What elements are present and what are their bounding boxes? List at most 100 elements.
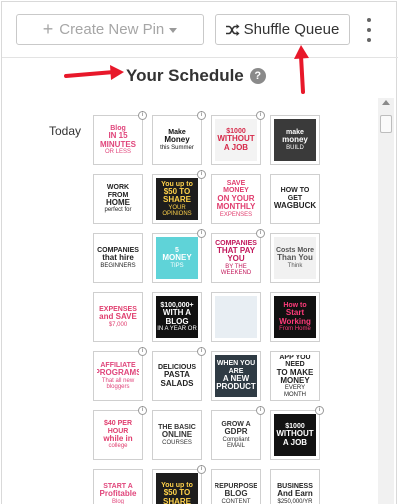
- pin-info-icon[interactable]: i: [138, 406, 147, 415]
- pin-slot[interactable]: $40 PER HOUR while in college i: [93, 406, 147, 460]
- plus-icon: +: [42, 19, 54, 39]
- pin-text: WITH A BLOG: [162, 308, 192, 326]
- pin-slot[interactable]: THE BASIC ONLINE COURSES: [152, 410, 202, 460]
- pin-text: WHEN YOU ARE: [216, 360, 256, 375]
- pin-slot[interactable]: You up to $50 TO SHARE i: [152, 465, 206, 504]
- pin-slot[interactable]: Costs More Than You Think: [270, 233, 320, 283]
- pin-slot[interactable]: WHEN YOU ARE A NEW PRODUCT: [211, 351, 261, 401]
- pin-text: BLOG: [224, 489, 248, 499]
- pin-slot[interactable]: APP YOU NEED TO MAKE MONEY EVERY MONTH: [270, 351, 320, 401]
- pin-info-icon[interactable]: i: [256, 406, 265, 415]
- pin-slot[interactable]: Blog IN 15 MINUTES OR LESS i: [93, 111, 147, 165]
- pin-slot[interactable]: GROW A GDPR Compliant EMAIL i: [211, 406, 265, 460]
- pin-text: That all new bloggers: [101, 377, 135, 390]
- pin-text: IN 15 MINUTES: [100, 131, 136, 149]
- pin-thumbnail: You up to $50 TO SHARE YOUR OPINIONS: [156, 178, 198, 220]
- pin-text: money: [282, 135, 308, 145]
- pin-thumbnail: $100,000+ WITH A BLOG IN A YEAR OR: [156, 296, 198, 338]
- pin-slot[interactable]: SAVE MONEY ON YOUR MONTHLY EXPENSES: [211, 174, 261, 224]
- pin-text: HOME: [106, 198, 130, 207]
- pin-info-icon[interactable]: i: [197, 347, 206, 356]
- help-icon[interactable]: ?: [249, 68, 266, 84]
- pin-text: while in: [103, 434, 133, 443]
- pin-info-icon[interactable]: i: [197, 170, 206, 179]
- pin-slot[interactable]: REPURPOSE BLOG CONTENT: [211, 469, 261, 504]
- pin-text: And Earn: [277, 489, 313, 499]
- pin-thumbnail: APP YOU NEED TO MAKE MONEY EVERY MONTH: [274, 355, 316, 397]
- pin-text: BUILD: [286, 144, 304, 151]
- pin-text: Than You: [277, 253, 313, 263]
- pin-thumbnail: make money BUILD: [274, 119, 316, 161]
- pin-slot[interactable]: Make Money this Summer i: [152, 111, 206, 165]
- create-new-pin-button[interactable]: + Create New Pin: [16, 14, 204, 45]
- scroll-up-arrow-icon[interactable]: [382, 100, 390, 105]
- pin-info-icon[interactable]: i: [315, 406, 324, 415]
- pin-slot[interactable]: COMPANIES THAT PAY YOU BY THE WEEKEND i: [211, 229, 265, 283]
- pin-slot[interactable]: WORK FROM HOME perfect for: [93, 174, 143, 224]
- pin-slot[interactable]: AFFILIATE PROGRAMS That all new bloggers i: [93, 347, 147, 401]
- pin-text: MONEY: [162, 253, 192, 263]
- pin-slot[interactable]: 5 MONEY TIPS i: [152, 229, 206, 283]
- shuffle-icon: [225, 23, 240, 36]
- pin-slot[interactable]: You up to $50 TO SHARE YOUR OPINIONS i: [152, 170, 206, 224]
- pin-slot[interactable]: $1000 WITHOUT A JOB i: [270, 406, 324, 460]
- pin-slot[interactable]: BUSINESS And Earn $250,000/YR: [270, 469, 320, 504]
- create-new-pin-label: Create New Pin: [59, 21, 165, 38]
- pin-thumbnail: WORK FROM HOME perfect for: [97, 178, 139, 220]
- pin-slot[interactable]: EXPENSES and SAVE $7,000: [93, 292, 143, 342]
- pin-text: HOW TO GET: [280, 187, 310, 202]
- pin-thumbnail: BUSINESS And Earn $250,000/YR: [274, 473, 316, 504]
- pin-text: Money: [164, 135, 190, 145]
- pin-info-icon[interactable]: i: [138, 347, 147, 356]
- pin-text: $7,000: [108, 321, 128, 328]
- pin-thumbnail: START A Profitable Blog: [97, 473, 139, 504]
- schedule-title: Your Schedule: [126, 66, 244, 85]
- scrollbar[interactable]: [378, 98, 394, 504]
- pin-slot[interactable]: START A Profitable Blog: [93, 469, 143, 504]
- pin-thumbnail: COMPANIES that hire BEGINNERS: [97, 237, 139, 279]
- pin-thumbnail: SAVE MONEY ON YOUR MONTHLY EXPENSES: [215, 178, 257, 220]
- scheduler-panel: + Create New Pin Shuffle Queue Your Sche…: [1, 1, 398, 504]
- pin-thumbnail: WHEN YOU ARE A NEW PRODUCT: [215, 355, 257, 397]
- kebab-dot: [367, 38, 371, 42]
- pin-slot[interactable]: [211, 292, 261, 342]
- kebab-dot: [367, 18, 371, 22]
- pin-info-icon[interactable]: i: [256, 229, 265, 238]
- pin-thumbnail: GROW A GDPR Compliant EMAIL: [215, 414, 257, 456]
- pin-text: WITHOUT A JOB: [217, 134, 255, 152]
- pin-slot[interactable]: $100,000+ WITH A BLOG IN A YEAR OR: [152, 292, 202, 342]
- pin-slot[interactable]: COMPANIES that hire BEGINNERS: [93, 233, 143, 283]
- pin-text: Blog: [111, 498, 124, 504]
- pin-text: CONTENT: [221, 498, 251, 504]
- pin-info-icon[interactable]: i: [197, 229, 206, 238]
- pin-text: WORK FROM: [106, 184, 130, 199]
- pin-text: WITHOUT A JOB: [276, 429, 314, 447]
- pin-slot[interactable]: make money BUILD: [270, 115, 320, 165]
- pin-text: $250,000/YR: [277, 498, 313, 504]
- pin-slot[interactable]: HOW TO GETSWAGBUCKS: [270, 174, 320, 224]
- pin-slot[interactable]: How to Start Working From Home: [270, 292, 320, 342]
- pin-text: From Home: [279, 325, 311, 332]
- toolbar: + Create New Pin Shuffle Queue: [2, 2, 398, 58]
- pin-info-icon[interactable]: i: [197, 465, 206, 474]
- pin-info-icon[interactable]: i: [138, 111, 147, 120]
- more-options-icon[interactable]: [362, 18, 376, 42]
- pin-thumbnail: $1000 WITHOUT A JOB: [215, 119, 257, 161]
- pin-thumbnail: How to Start Working From Home: [274, 296, 316, 338]
- pin-text: SAVE MONEY: [223, 180, 249, 195]
- pin-thumbnail: DELICIOUS PASTA SALADS: [156, 355, 198, 397]
- scroll-thumb[interactable]: [380, 115, 392, 133]
- pin-text: BEGINNERS: [100, 262, 136, 269]
- shuffle-queue-label: Shuffle Queue: [243, 21, 340, 38]
- pin-info-icon[interactable]: i: [197, 111, 206, 120]
- red-arrow-left-icon: [64, 65, 124, 80]
- pin-text: THAT PAY YOU: [216, 245, 256, 264]
- pin-slot[interactable]: DELICIOUS PASTA SALADS i: [152, 347, 206, 401]
- pin-info-icon[interactable]: i: [256, 111, 265, 120]
- pin-thumbnail: [215, 296, 257, 338]
- pin-thumbnail: Blog IN 15 MINUTES OR LESS: [97, 119, 139, 161]
- shuffle-queue-button[interactable]: Shuffle Queue: [215, 14, 350, 45]
- schedule-heading: Your Schedule ?: [126, 66, 266, 86]
- pin-slot[interactable]: $1000 WITHOUT A JOB i: [211, 111, 265, 165]
- pin-text: GDPR: [224, 427, 248, 437]
